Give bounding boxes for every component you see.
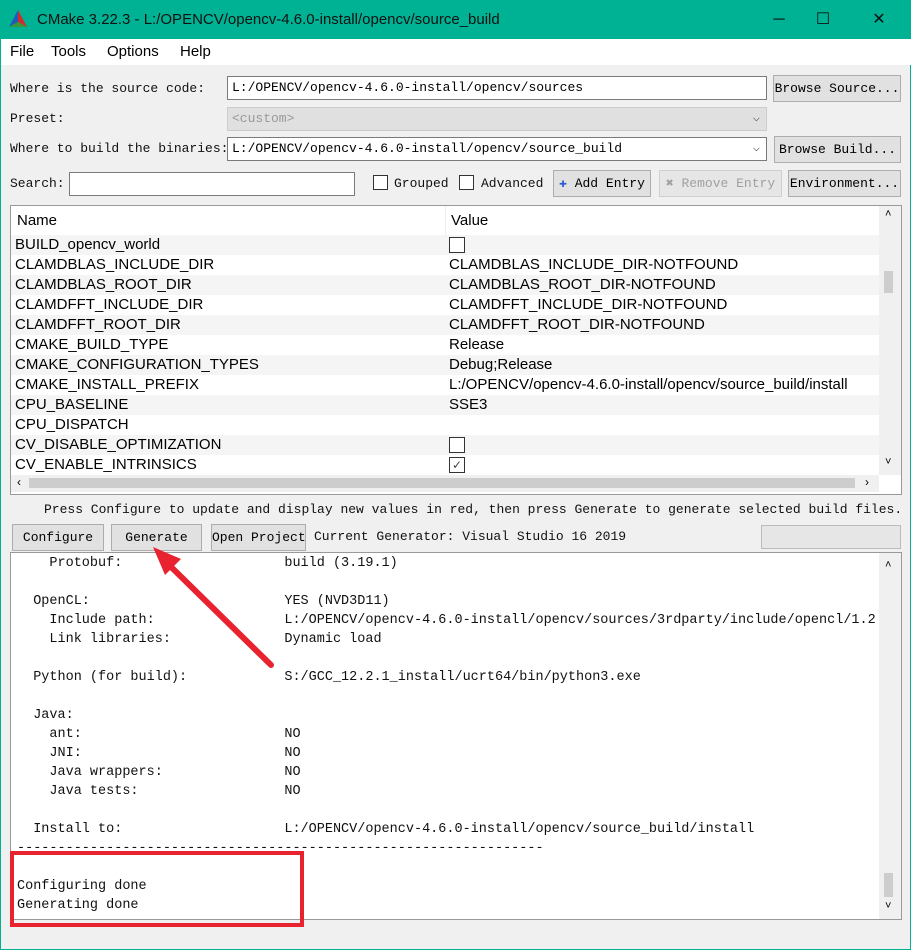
row-name: CMAKE_CONFIGURATION_TYPES bbox=[15, 356, 259, 373]
scroll-thumb[interactable] bbox=[884, 873, 893, 897]
row-value[interactable]: Release bbox=[449, 336, 504, 353]
row-name: CV_DISABLE_OPTIMIZATION bbox=[15, 436, 222, 453]
preset-select: <custom> ⌵ bbox=[227, 107, 767, 131]
menu-tools[interactable]: Tools bbox=[51, 43, 86, 60]
red-arrow-annotation bbox=[153, 547, 274, 668]
column-header-name[interactable]: Name bbox=[17, 212, 57, 229]
configure-button[interactable]: Configure bbox=[12, 524, 104, 551]
row-value[interactable]: CLAMDFFT_INCLUDE_DIR-NOTFOUND bbox=[449, 296, 727, 313]
red-box-annotation bbox=[10, 851, 304, 927]
add-entry-label: Add Entry bbox=[574, 176, 645, 191]
advanced-checkbox[interactable] bbox=[459, 175, 474, 190]
table-row[interactable]: CMAKE_INSTALL_PREFIX L:/OPENCV/opencv-4.6… bbox=[11, 375, 879, 395]
scroll-down-icon[interactable]: ˅ bbox=[885, 456, 891, 468]
advanced-label: Advanced bbox=[481, 176, 544, 191]
row-value[interactable]: CLAMDBLAS_ROOT_DIR-NOTFOUND bbox=[449, 276, 716, 293]
row-name: CLAMDBLAS_INCLUDE_DIR bbox=[15, 256, 215, 273]
row-value[interactable]: SSE3 bbox=[449, 396, 487, 413]
table-row[interactable]: CLAMDFFT_ROOT_DIR CLAMDFFT_ROOT_DIR-NOTFO… bbox=[11, 315, 879, 335]
build-dir-select[interactable]: L:/OPENCV/opencv-4.6.0-install/opencv/so… bbox=[227, 137, 767, 161]
chevron-down-icon: ⌵ bbox=[752, 141, 760, 155]
build-label: Where to build the binaries: bbox=[10, 141, 229, 156]
search-label: Search: bbox=[10, 176, 65, 191]
browse-source-button[interactable]: Browse Source... bbox=[773, 75, 901, 102]
add-entry-button[interactable]: ✚ Add Entry bbox=[553, 170, 651, 197]
minimize-button[interactable]: ─ bbox=[759, 7, 799, 33]
scroll-up-icon[interactable]: ˄ bbox=[885, 208, 891, 220]
row-name: BUILD_opencv_world bbox=[15, 236, 161, 253]
row-name: CPU_BASELINE bbox=[15, 396, 129, 413]
row-value-checkbox[interactable] bbox=[449, 237, 465, 253]
row-name: CMAKE_BUILD_TYPE bbox=[15, 336, 169, 353]
table-row[interactable]: CV_ENABLE_INTRINSICS ✓ bbox=[11, 455, 879, 475]
source-input[interactable]: L:/OPENCV/opencv-4.6.0-install/opencv/so… bbox=[227, 76, 767, 100]
scroll-up-icon[interactable]: ˄ bbox=[885, 559, 891, 571]
plus-icon: ✚ bbox=[559, 176, 567, 191]
search-input[interactable] bbox=[69, 172, 355, 196]
source-label: Where is the source code: bbox=[10, 81, 206, 96]
preset-value: <custom> bbox=[232, 111, 295, 126]
window-title: CMake 3.22.3 - L:/OPENCV/opencv-4.6.0-in… bbox=[37, 11, 500, 28]
remove-entry-label: Remove Entry bbox=[681, 176, 776, 191]
cache-table: Name Value BUILD_opencv_world CLAMDBLAS_I… bbox=[10, 205, 902, 495]
table-row[interactable]: CPU_DISPATCH bbox=[11, 415, 879, 435]
progress-bar bbox=[761, 525, 901, 549]
vertical-scrollbar[interactable]: ˄ ˅ bbox=[879, 206, 901, 475]
menu-options[interactable]: Options bbox=[107, 43, 159, 60]
table-row[interactable]: CLAMDBLAS_ROOT_DIR CLAMDBLAS_ROOT_DIR-NOT… bbox=[11, 275, 879, 295]
row-value[interactable]: CLAMDBLAS_INCLUDE_DIR-NOTFOUND bbox=[449, 256, 738, 273]
row-name: CMAKE_INSTALL_PREFIX bbox=[15, 376, 199, 393]
table-row[interactable]: CMAKE_BUILD_TYPE Release bbox=[11, 335, 879, 355]
grouped-checkbox[interactable] bbox=[373, 175, 388, 190]
row-name: CPU_DISPATCH bbox=[15, 416, 129, 433]
menu-help[interactable]: Help bbox=[180, 43, 211, 60]
scroll-thumb[interactable] bbox=[884, 271, 893, 293]
table-row[interactable]: CPU_BASELINE SSE3 bbox=[11, 395, 879, 415]
row-value-checkbox[interactable] bbox=[449, 437, 465, 453]
table-row[interactable]: BUILD_opencv_world bbox=[11, 235, 879, 255]
table-row[interactable]: CV_DISABLE_OPTIMIZATION bbox=[11, 435, 879, 455]
environment-button[interactable]: Environment... bbox=[788, 170, 901, 197]
menu-bar: File Tools Options Help bbox=[1, 39, 911, 65]
column-divider bbox=[445, 206, 446, 235]
column-header-value[interactable]: Value bbox=[451, 212, 488, 229]
log-vertical-scrollbar[interactable]: ˄ ˅ bbox=[879, 553, 901, 919]
scroll-left-icon[interactable]: ‹ bbox=[17, 475, 21, 489]
row-name: CLAMDFFT_INCLUDE_DIR bbox=[15, 296, 204, 313]
grouped-label: Grouped bbox=[394, 176, 449, 191]
cmake-logo-icon bbox=[9, 10, 27, 27]
table-row[interactable]: CLAMDBLAS_INCLUDE_DIR CLAMDBLAS_INCLUDE_D… bbox=[11, 255, 879, 275]
menu-file[interactable]: File bbox=[10, 43, 34, 60]
build-dir-value: L:/OPENCV/opencv-4.6.0-install/opencv/so… bbox=[232, 141, 623, 156]
table-row[interactable]: CLAMDFFT_INCLUDE_DIR CLAMDFFT_INCLUDE_DIR… bbox=[11, 295, 879, 315]
row-value[interactable]: CLAMDFFT_ROOT_DIR-NOTFOUND bbox=[449, 316, 705, 333]
close-button[interactable]: ✕ bbox=[859, 7, 899, 33]
title-bar: CMake 3.22.3 - L:/OPENCV/opencv-4.6.0-in… bbox=[1, 1, 911, 39]
table-row[interactable]: CMAKE_CONFIGURATION_TYPES Debug;Release bbox=[11, 355, 879, 375]
browse-build-button[interactable]: Browse Build... bbox=[774, 136, 901, 163]
row-value[interactable]: L:/OPENCV/opencv-4.6.0-install/opencv/so… bbox=[449, 376, 848, 393]
horizontal-scrollbar[interactable]: ‹ › bbox=[11, 475, 879, 492]
scroll-right-icon[interactable]: › bbox=[865, 475, 869, 489]
row-name: CLAMDBLAS_ROOT_DIR bbox=[15, 276, 192, 293]
preset-label: Preset: bbox=[10, 111, 65, 126]
table-header: Name Value bbox=[11, 206, 879, 235]
chevron-down-icon: ⌵ bbox=[752, 111, 760, 125]
remove-entry-button: ✖ Remove Entry bbox=[659, 170, 782, 197]
remove-icon: ✖ bbox=[665, 176, 674, 191]
row-name: CLAMDFFT_ROOT_DIR bbox=[15, 316, 181, 333]
scroll-down-icon[interactable]: ˅ bbox=[885, 900, 891, 912]
current-generator: Current Generator: Visual Studio 16 2019 bbox=[314, 529, 627, 544]
row-value-checkbox[interactable]: ✓ bbox=[449, 457, 465, 473]
hscroll-thumb[interactable] bbox=[29, 478, 855, 488]
maximize-button[interactable]: ☐ bbox=[803, 7, 843, 33]
row-value[interactable]: Debug;Release bbox=[449, 356, 552, 373]
hint-text: Press Configure to update and display ne… bbox=[44, 502, 903, 517]
row-name: CV_ENABLE_INTRINSICS bbox=[15, 456, 197, 473]
